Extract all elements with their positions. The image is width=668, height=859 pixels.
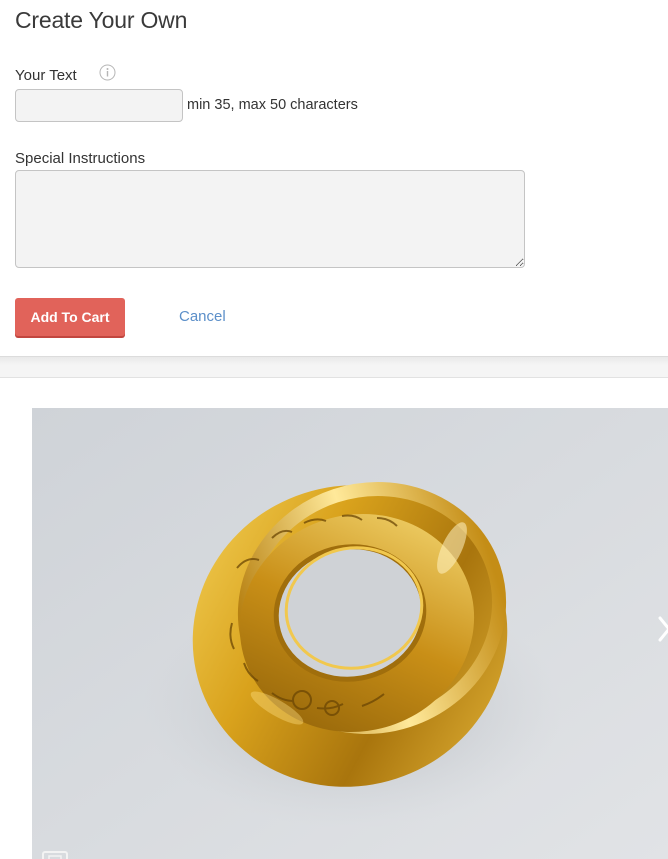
cancel-link[interactable]: Cancel [179,308,226,325]
product-gallery [0,378,668,859]
special-instructions-label: Special Instructions [15,150,146,167]
info-icon[interactable] [99,64,116,81]
page: Create Your Own Your Text min 35, max 50… [0,0,668,859]
create-your-own-form: Create Your Own Your Text min 35, max 50… [0,0,668,356]
product-photo[interactable] [32,408,668,859]
your-text-label: Your Text [15,67,77,84]
chevron-right-icon[interactable] [658,616,668,642]
your-text-input[interactable] [15,89,183,122]
character-limit-hint: min 35, max 50 characters [187,97,358,113]
page-title: Create Your Own [15,7,188,33]
expand-icon[interactable] [42,851,68,859]
section-divider [0,356,668,378]
add-to-cart-button[interactable]: Add To Cart [15,298,125,336]
special-instructions-field[interactable] [15,170,525,268]
